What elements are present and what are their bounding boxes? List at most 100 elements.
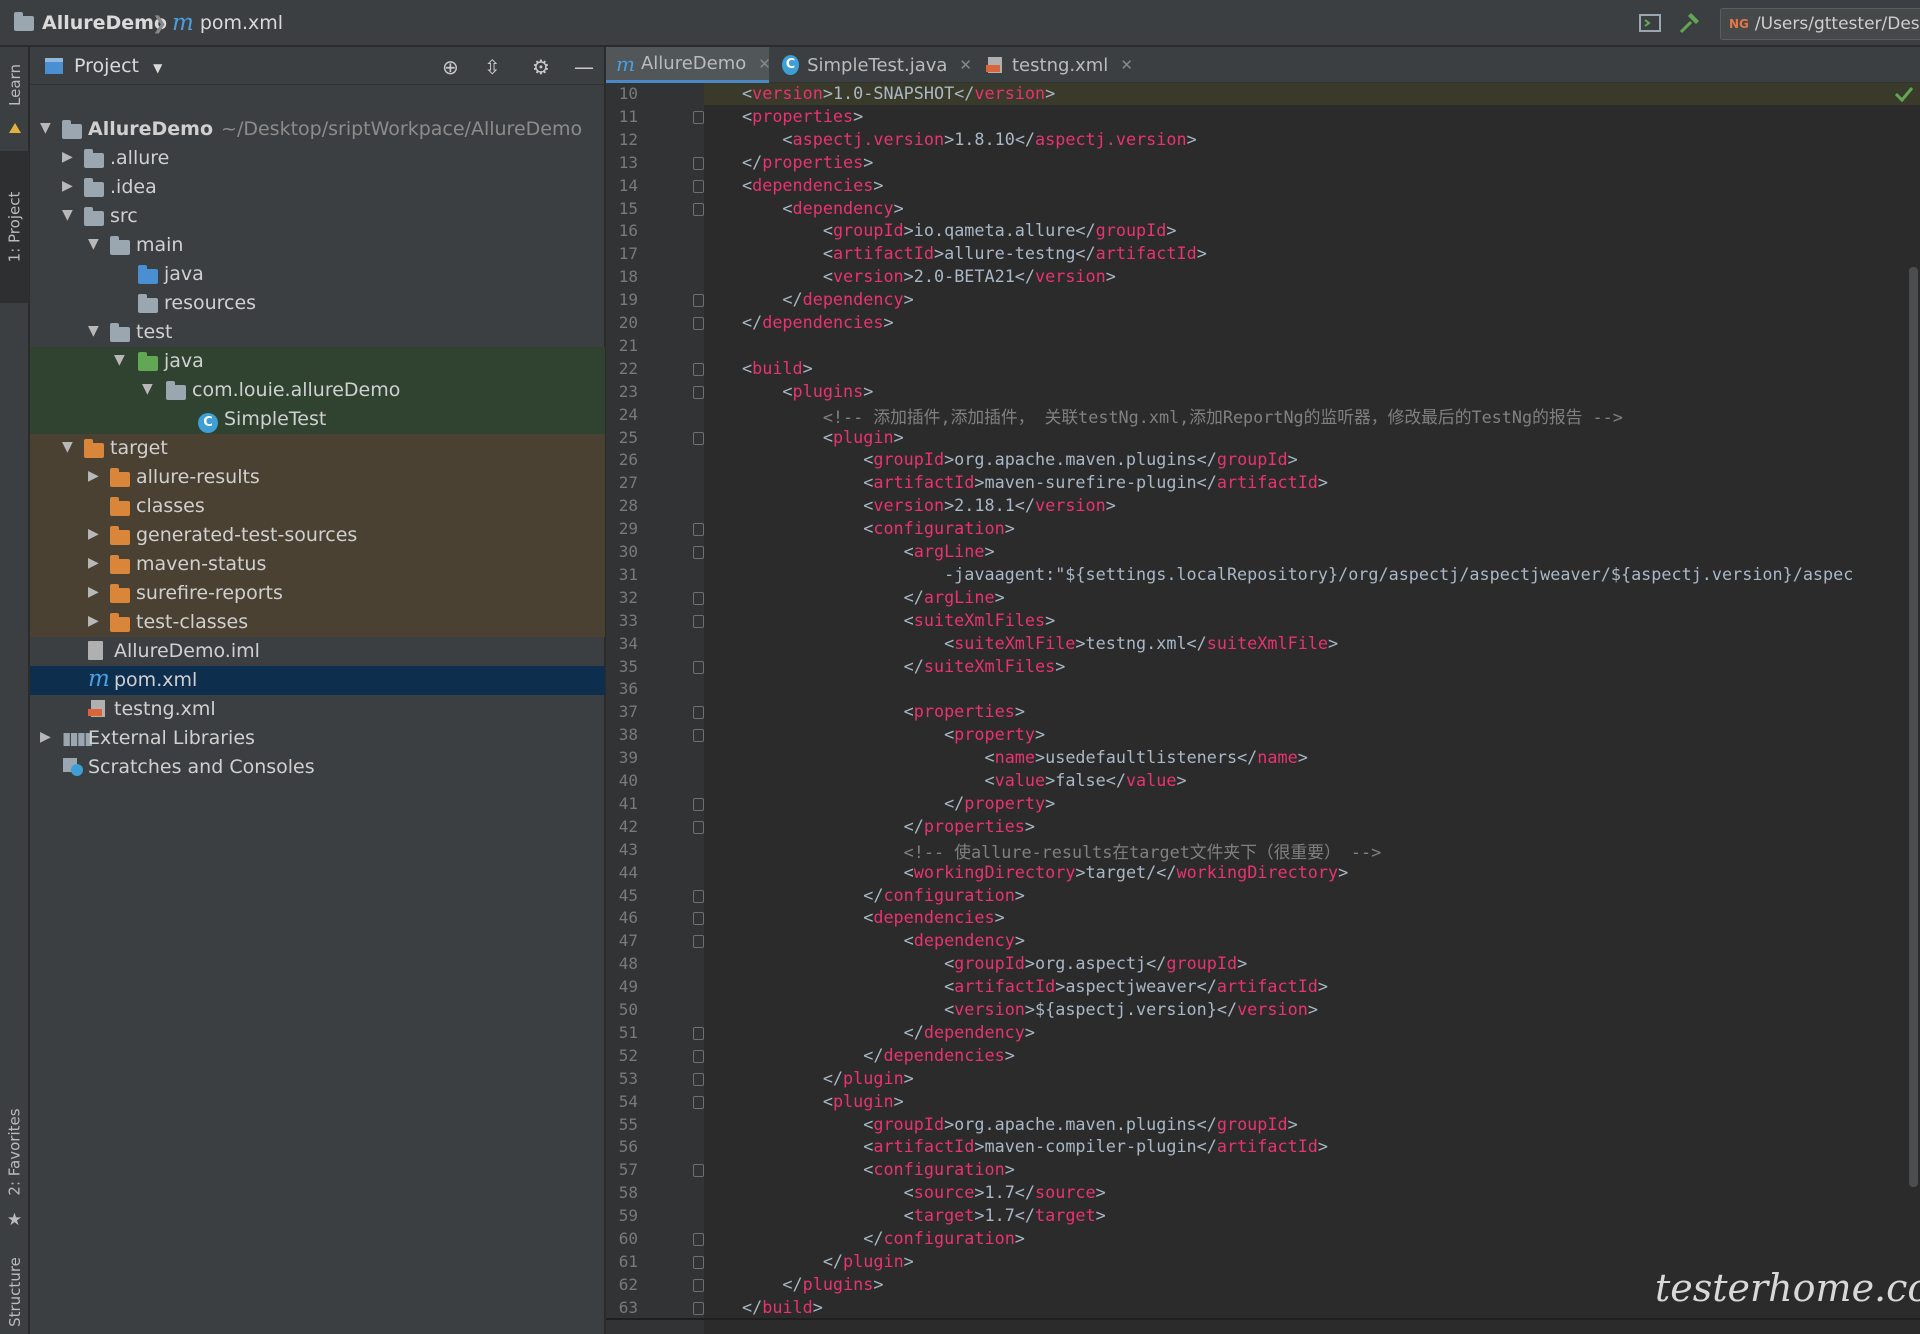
fold-marker-icon[interactable] [693, 1301, 704, 1315]
fold-marker-icon[interactable] [693, 317, 704, 330]
fold-marker-icon[interactable] [693, 706, 704, 720]
tree-item-alluredemo-iml-file[interactable]: AllureDemo.iml [30, 637, 605, 666]
expanded-arrow-icon[interactable]: ▼ [88, 323, 99, 339]
code-line: <version>2.0-BETA21</version> [742, 266, 1116, 287]
tree-item-package-folder[interactable]: ▼ com.louie.allureDemo [30, 376, 605, 405]
tree-item-label: testng.xml [114, 698, 216, 720]
fold-marker-icon[interactable] [693, 523, 704, 537]
fold-marker-icon[interactable] [693, 362, 704, 376]
project-tool-tab[interactable]: 1: Project [0, 151, 29, 303]
fold-marker-icon[interactable] [693, 546, 704, 559]
fold-marker-icon[interactable] [693, 660, 704, 674]
build-button[interactable] [1676, 10, 1702, 36]
expanded-arrow-icon[interactable]: ▼ [62, 439, 73, 455]
folder-icon [84, 178, 104, 202]
locate-icon[interactable]: ⊕ [442, 55, 459, 79]
tree-item-alluredemo[interactable]: ▼ AllureDemo ~/Desktop/sriptWorkpace/Allur… [30, 115, 605, 144]
fold-marker-icon[interactable] [693, 1278, 704, 1292]
tab-alluredemo[interactable]: m AllureDemo ✕ [606, 47, 771, 83]
line-number: 22 [618, 358, 638, 378]
fold-marker-icon[interactable] [693, 1026, 704, 1040]
fold-marker-icon[interactable] [693, 1164, 704, 1178]
tree-item-maven-status-folder[interactable]: ▶ maven-status [30, 550, 605, 579]
expanded-arrow-icon[interactable]: ▼ [142, 381, 153, 397]
code-line: </plugins> [742, 1273, 884, 1294]
fold-marker-icon[interactable] [693, 729, 704, 743]
expanded-arrow-icon[interactable]: ▼ [62, 207, 73, 223]
collapsed-arrow-icon[interactable]: ▶ [62, 149, 73, 165]
tree-item-classes-folder[interactable]: classes [30, 492, 605, 521]
fold-marker-icon[interactable] [693, 889, 704, 903]
tree-item-test-classes-folder[interactable]: ▶ test-classes [30, 608, 605, 637]
expanded-arrow-icon[interactable]: ▼ [88, 236, 99, 252]
breadcrumb-file[interactable]: m pom.xml [172, 0, 283, 46]
hammer-icon [1679, 13, 1699, 34]
fold-marker-icon[interactable] [693, 1233, 704, 1246]
fold-marker-icon[interactable] [693, 1072, 704, 1086]
tree-item-scratches-and-consoles[interactable]: Scratches and Consoles [30, 753, 605, 782]
tree-item-pom-xml-file[interactable]: m pom.xml [30, 666, 605, 695]
tree-item-generated-test-sources-folder[interactable]: ▶ generated-test-sources [30, 521, 605, 550]
fold-marker-icon[interactable] [693, 385, 704, 399]
tab-testng-xml[interactable]: testng.xml ✕ [976, 47, 1136, 83]
vertical-scrollbar[interactable] [1909, 267, 1918, 1187]
structure-tool-tab[interactable]: Structure [0, 1247, 29, 1334]
tree-item-testng-xml-file[interactable]: testng.xml [30, 695, 605, 724]
gear-icon[interactable]: ⚙ [532, 55, 550, 79]
tree-item-test-java-folder[interactable]: ▼ java [30, 347, 605, 376]
breadcrumb-project[interactable]: AllureDemo [14, 0, 167, 46]
tree-item-test-folder[interactable]: ▼ test [30, 318, 605, 347]
tree-item-idea-folder[interactable]: ▶ .idea [30, 173, 605, 202]
close-icon[interactable]: ✕ [1120, 56, 1133, 74]
tree-item-allure-results-folder[interactable]: ▶ allure-results [30, 463, 605, 492]
expanded-arrow-icon[interactable]: ▼ [40, 120, 51, 136]
collapsed-arrow-icon[interactable]: ▶ [88, 613, 99, 629]
fold-marker-icon[interactable] [693, 156, 704, 170]
favorites-tool-tab-label: 2: Favorites [5, 1108, 24, 1196]
collapsed-arrow-icon[interactable]: ▶ [40, 729, 51, 745]
fold-marker-icon[interactable] [693, 935, 704, 949]
collapsed-arrow-icon[interactable]: ▶ [62, 178, 73, 194]
fold-marker-icon[interactable] [693, 591, 704, 605]
fold-marker-icon[interactable] [693, 431, 704, 445]
learn-tab[interactable]: Learn [0, 55, 29, 115]
collapsed-arrow-icon[interactable]: ▶ [88, 555, 99, 571]
collapsed-arrow-icon[interactable]: ▶ [88, 526, 99, 542]
project-view-selector[interactable]: Project ▼ [74, 55, 162, 77]
tree-item-main-java-folder[interactable]: java [30, 260, 605, 289]
learn-tab-label: Learn [5, 64, 24, 106]
run-console-button[interactable] [1638, 10, 1662, 36]
fold-marker-icon[interactable] [693, 614, 704, 628]
tree-item-external-libraries[interactable]: ▶ ▮▮▮▮ External Libraries [30, 724, 605, 753]
tree-item-resources-folder[interactable]: resources [30, 289, 605, 318]
hide-icon[interactable]: — [574, 55, 594, 79]
close-icon[interactable]: ✕ [758, 55, 771, 73]
collapse-all-icon[interactable]: ⇳ [484, 55, 501, 79]
tree-item-src-folder[interactable]: ▼ src [30, 202, 605, 231]
collapsed-arrow-icon[interactable]: ▶ [88, 468, 99, 484]
expanded-arrow-icon[interactable]: ▼ [114, 352, 125, 368]
tree-item-surefire-reports-folder[interactable]: ▶ surefire-reports [30, 579, 605, 608]
fold-marker-icon[interactable] [693, 110, 704, 124]
fold-marker-icon[interactable] [693, 912, 704, 926]
fold-marker-icon[interactable] [693, 1095, 704, 1109]
folder-icon [166, 381, 186, 405]
close-icon[interactable]: ✕ [959, 56, 972, 74]
fold-marker-icon[interactable] [693, 294, 704, 308]
fold-marker-icon[interactable] [693, 1255, 704, 1269]
tree-item-allure-folder[interactable]: ▶ .allure [30, 144, 605, 173]
tree-item-main-folder[interactable]: ▼ main [30, 231, 605, 260]
fold-marker-icon[interactable] [693, 1049, 704, 1063]
fold-marker-icon[interactable] [693, 797, 704, 811]
run-configuration-selector[interactable]: NG /Users/gttester/Desk [1720, 8, 1920, 40]
tab-simpletest-java[interactable]: C SimpleTest.java ✕ [772, 47, 972, 83]
fold-marker-icon[interactable] [693, 820, 704, 834]
tree-item-simpletest-class[interactable]: C SimpleTest [30, 405, 605, 434]
favorites-tool-tab[interactable]: 2: Favorites [0, 1077, 29, 1227]
collapsed-arrow-icon[interactable]: ▶ [88, 584, 99, 600]
code-line: <value>false</value> [742, 770, 1187, 790]
fold-marker-icon[interactable] [693, 179, 704, 193]
tree-item-target-folder[interactable]: ▼ target [30, 434, 605, 463]
code-line: </build> [742, 1296, 823, 1317]
fold-marker-icon[interactable] [693, 202, 704, 216]
